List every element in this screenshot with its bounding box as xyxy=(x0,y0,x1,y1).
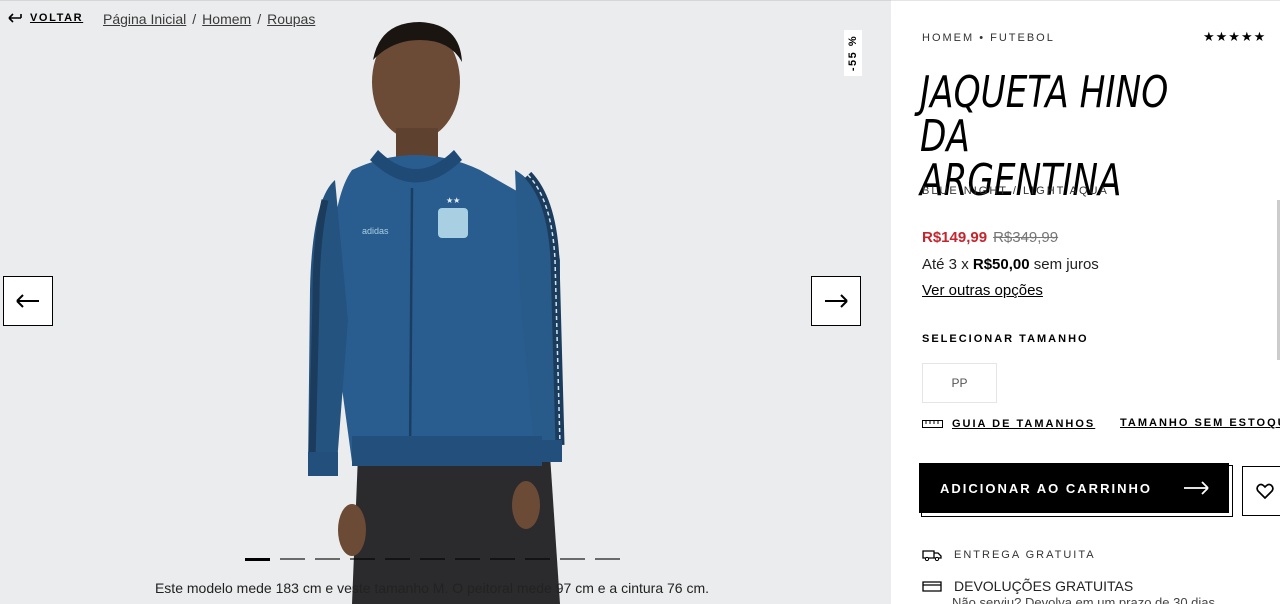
free-shipping-label: ENTREGA GRATUITA xyxy=(954,549,1096,561)
breadcrumb-homem[interactable]: Homem xyxy=(202,11,251,27)
free-returns-description: Não serviu? Devolva em um prazo de 30 di… xyxy=(952,595,1216,604)
wishlist-button[interactable] xyxy=(1242,466,1280,516)
size-guide-link[interactable]: GUIA DE TAMANHOS xyxy=(922,418,1095,430)
discount-badge: -55 % xyxy=(844,30,862,76)
installments-prefix: Até 3 x xyxy=(922,256,969,273)
breadcrumb: Página Inicial / Homem / Roupas xyxy=(103,11,315,27)
back-label: VOLTAR xyxy=(30,12,84,24)
gallery-dot[interactable] xyxy=(490,558,515,560)
add-to-cart-label: ADICIONAR AO CARRINHO xyxy=(940,480,1152,496)
original-price: R$349,99 xyxy=(993,229,1059,246)
gallery-dot[interactable] xyxy=(385,558,410,560)
out-of-stock-size-link[interactable]: TAMANHO SEM ESTOQUE xyxy=(1120,417,1280,429)
product-details-panel: HOMEM • FUTEBOL ★★★★★ JAQUETA HINO DA AR… xyxy=(891,0,1280,604)
breadcrumb-home[interactable]: Página Inicial xyxy=(103,11,186,27)
arrow-right-icon xyxy=(1184,481,1209,495)
add-to-cart-button[interactable]: ADICIONAR AO CARRINHO xyxy=(919,463,1229,513)
breadcrumb-separator: / xyxy=(192,11,197,27)
jacket-waistband xyxy=(352,436,542,466)
model-hand-left xyxy=(338,504,366,556)
product-category: HOMEM • FUTEBOL xyxy=(922,32,1055,44)
back-arrow-icon xyxy=(8,13,22,23)
gallery-dot[interactable] xyxy=(560,558,585,560)
gallery-dot[interactable] xyxy=(280,558,305,560)
gallery-dot[interactable] xyxy=(455,558,480,560)
model-caption: Este modelo mede 183 cm e veste tamanho … xyxy=(154,580,710,596)
size-guide-label: GUIA DE TAMANHOS xyxy=(952,418,1096,430)
size-option-pp[interactable]: PP xyxy=(922,363,997,403)
sale-price: R$149,99 xyxy=(922,229,988,246)
product-title-line1: JAQUETA HINO DA xyxy=(920,67,1169,162)
size-label: SELECIONAR TAMANHO xyxy=(922,333,1089,345)
breadcrumb-roupas[interactable]: Roupas xyxy=(267,11,315,27)
ruler-icon xyxy=(922,420,943,428)
back-button[interactable]: VOLTAR xyxy=(8,12,83,24)
product-color: BLUE NIGHT / LIGHT AQUA xyxy=(922,185,1109,197)
arrow-left-icon xyxy=(16,294,39,308)
product-title: JAQUETA HINO DA ARGENTINA xyxy=(920,71,1185,203)
gallery-dot[interactable] xyxy=(350,558,375,560)
product-gallery: ★★ adidas VOLTAR Página Inicial / Homem … xyxy=(0,0,891,604)
svg-text:★★: ★★ xyxy=(446,196,460,205)
heart-icon xyxy=(1256,483,1274,499)
free-returns: DEVOLUÇÕES GRATUITAS xyxy=(922,578,1133,594)
free-shipping: ENTREGA GRATUITA xyxy=(922,549,1096,561)
installments: Até 3 x R$50,00 sem juros xyxy=(922,256,1099,273)
previous-image-button[interactable] xyxy=(3,276,53,326)
gallery-dot[interactable] xyxy=(595,558,620,560)
gallery-pagination xyxy=(245,558,620,561)
price: R$149,99 R$349,99 xyxy=(922,229,1058,246)
gallery-dot[interactable] xyxy=(525,558,550,560)
argentina-crest-icon xyxy=(438,208,468,238)
gallery-dot[interactable] xyxy=(245,558,270,561)
discount-label: -55 % xyxy=(847,34,859,72)
rating-stars[interactable]: ★★★★★ xyxy=(1203,29,1266,45)
product-title-line2: ARGENTINA xyxy=(920,155,1122,206)
arrow-right-icon xyxy=(825,294,848,308)
gallery-dot[interactable] xyxy=(420,558,445,560)
installments-suffix: sem juros xyxy=(1033,256,1099,273)
breadcrumb-separator: / xyxy=(257,11,262,27)
model-hand-right xyxy=(512,481,540,529)
product-image: ★★ adidas xyxy=(308,22,565,604)
adidas-logo-icon: adidas xyxy=(362,226,389,236)
gallery-dot[interactable] xyxy=(315,558,340,560)
truck-icon xyxy=(922,550,942,561)
return-package-icon xyxy=(922,581,942,592)
free-returns-label: DEVOLUÇÕES GRATUITAS xyxy=(954,578,1134,594)
next-image-button[interactable] xyxy=(811,276,861,326)
other-options-link[interactable]: Ver outras opções xyxy=(922,282,1043,299)
installments-value: R$50,00 xyxy=(972,256,1030,273)
